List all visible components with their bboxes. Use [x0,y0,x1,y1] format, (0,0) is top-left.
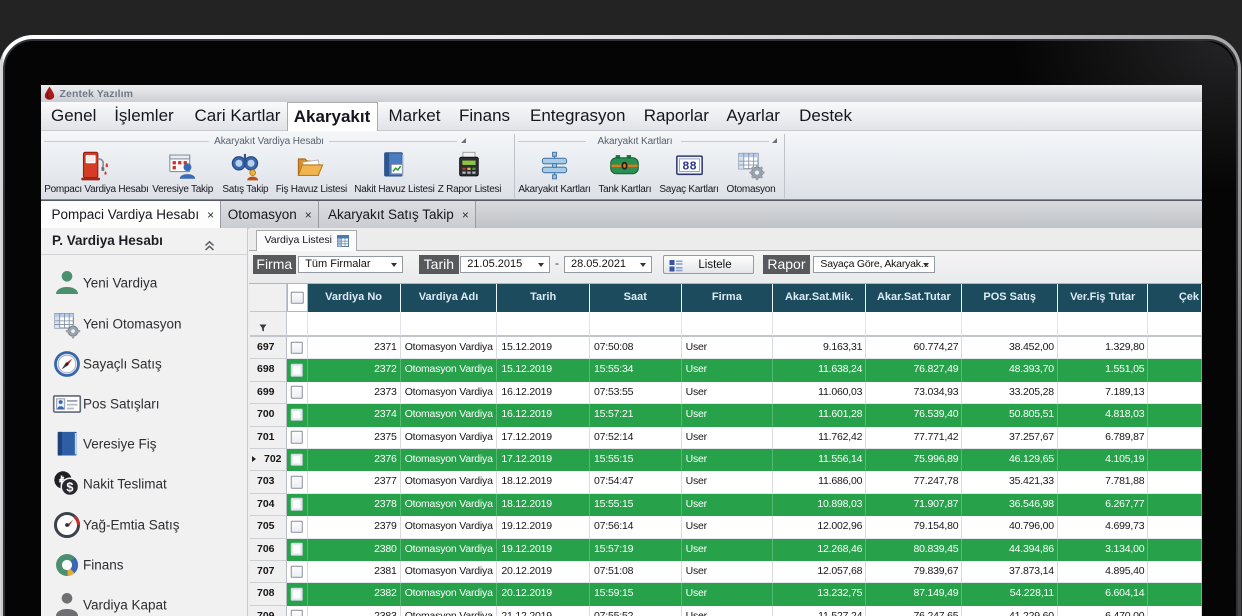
svg-text:88: 88 [682,159,697,173]
svg-text:$: $ [66,481,73,495]
